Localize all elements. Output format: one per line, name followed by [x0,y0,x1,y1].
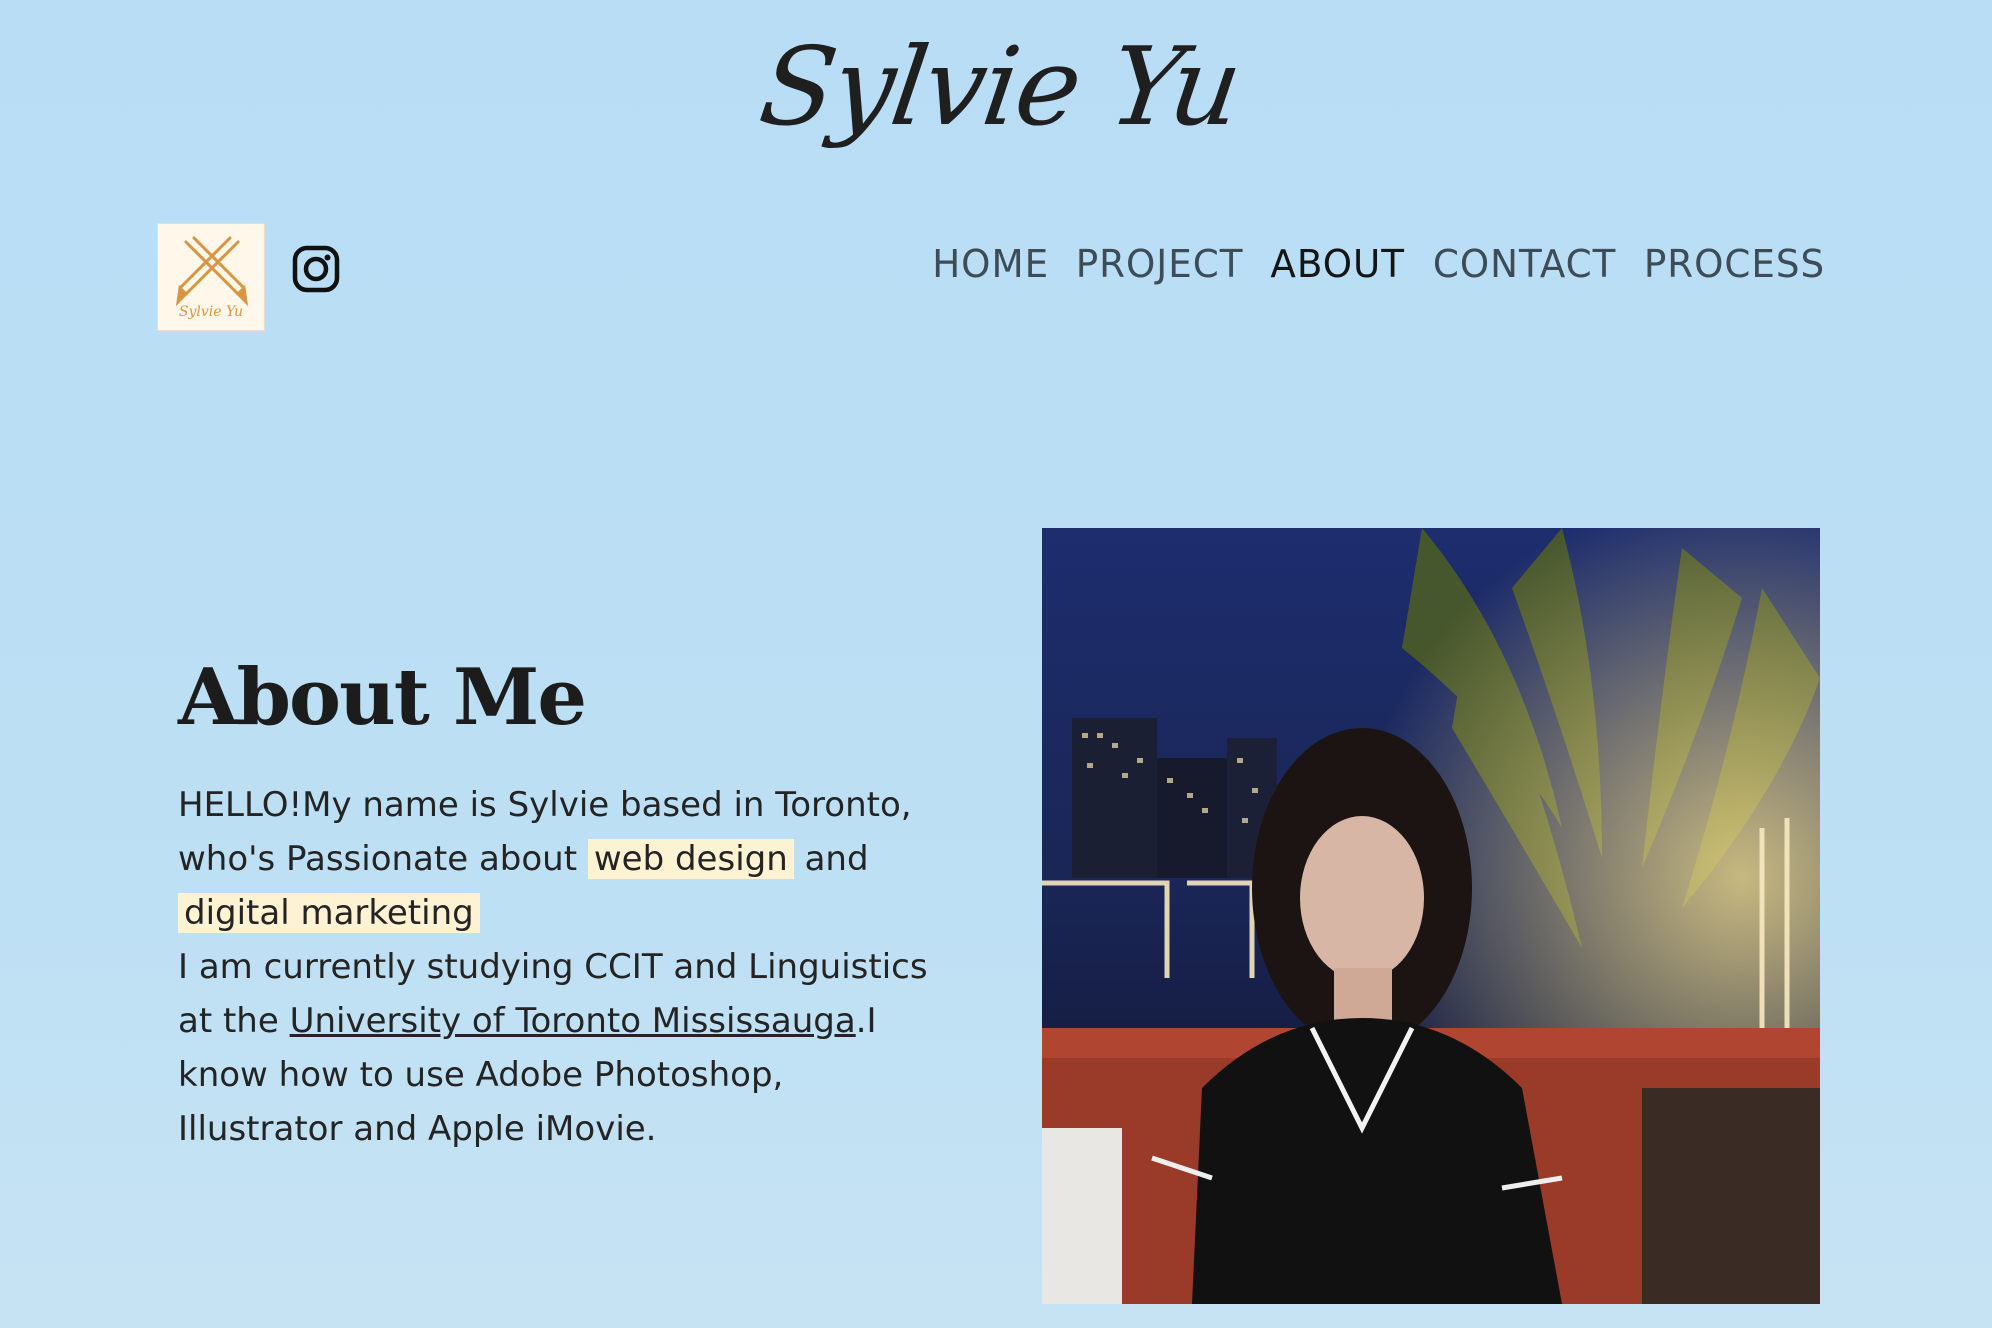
main-nav: HOME PROJECT ABOUT CONTACT PROCESS [931,242,1827,286]
portrait-photo [1042,528,1820,1304]
nav-project[interactable]: PROJECT [1076,242,1244,286]
about-title: About Me [178,652,587,743]
logo-label: Sylvie Yu [178,304,244,320]
about-study: I am currently studying CCIT and Linguis… [178,940,958,1156]
about-intro: HELLO!My name is Sylvie based in Toronto… [178,778,958,940]
nav-process[interactable]: PROCESS [1644,242,1825,286]
instagram-icon[interactable] [291,244,341,294]
intro-between: and [793,839,869,879]
site-title[interactable]: Sylvie Yu [688,0,1313,175]
highlight-web-design: web design [587,839,794,879]
nav-home[interactable]: HOME [932,242,1049,286]
highlight-digital-marketing: digital marketing [178,893,480,933]
about-text: HELLO!My name is Sylvie based in Toronto… [178,778,958,1156]
nav-contact[interactable]: CONTACT [1433,242,1616,286]
nav-about[interactable]: ABOUT [1271,242,1406,286]
university-link[interactable]: University of Toronto Mississauga [290,1001,856,1041]
site-logo[interactable]: Sylvie Yu [157,223,265,331]
